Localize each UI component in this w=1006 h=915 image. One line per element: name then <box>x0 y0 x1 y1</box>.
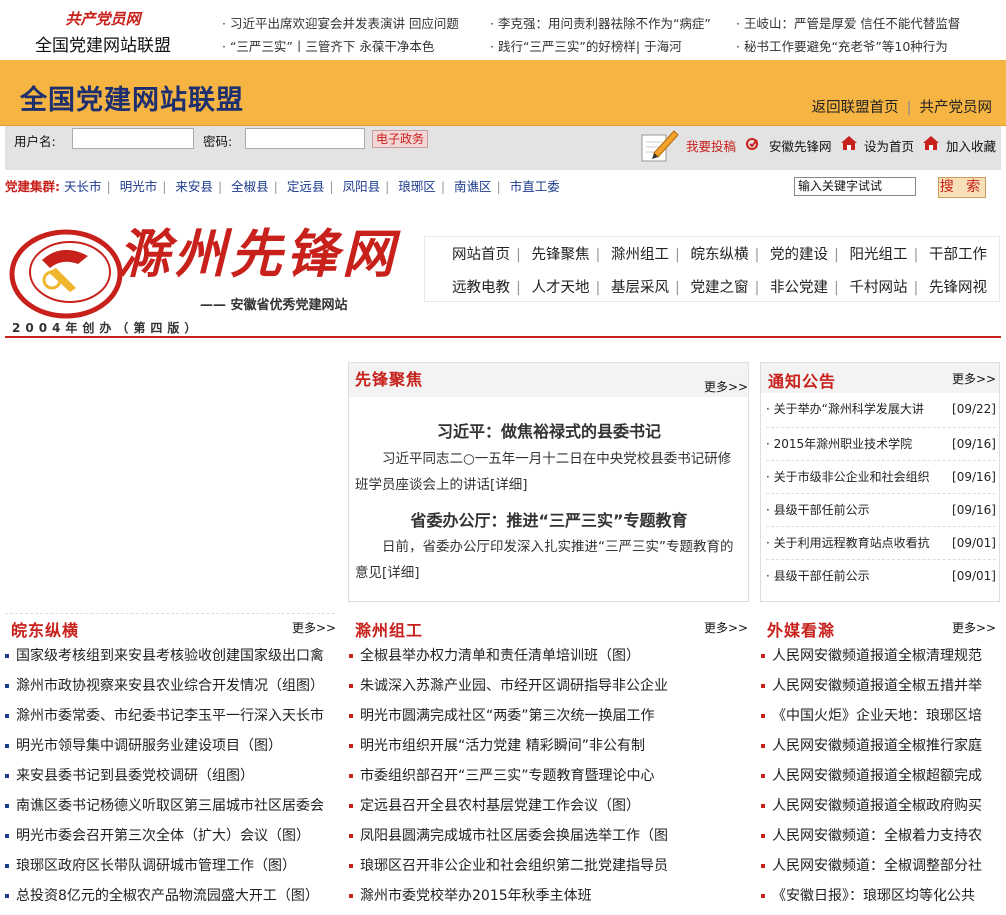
wandong-title: 皖东纵横 <box>11 621 80 640</box>
notice-item[interactable]: · 关于市级非公企业和社会组织 [09/16] <box>766 461 996 494</box>
focus-headline[interactable]: 习近平：做焦裕禄式的县委书记 <box>349 418 749 442</box>
district-bar: 党建集群: 天长市 | 明光市 | 来安县 | 全椒县 | 定远县 | 凤阳县 | 琅琊区 |… <box>5 179 560 194</box>
list-item[interactable]: 人民网安徽频道报道全椒清理规范 <box>761 641 1001 671</box>
district-link[interactable]: 全椒县 <box>231 179 269 194</box>
notice-item[interactable]: · 2015年滁州职业技术学院 [09/16] <box>766 428 996 461</box>
list-item[interactable]: 人民网安徽频道报道全椒政府购买 <box>761 791 1001 821</box>
nav-box <box>424 236 1000 302</box>
zugong-title: 滁州组工 <box>355 621 424 640</box>
banner-links: 返回联盟首页 | 共产党员网 <box>811 100 993 116</box>
notice-item[interactable]: · 县级干部任前公示 [09/16] <box>766 494 996 527</box>
notice-item[interactable]: · 关于利用远程教育站点收看抗 [09/01] <box>766 527 996 560</box>
notepad-pencil-icon <box>640 127 680 163</box>
list-item[interactable]: 凤阳县圆满完成城市社区居委会换届选举工作（图 <box>349 821 749 851</box>
district-link[interactable]: 来安县 <box>175 179 213 194</box>
list-item[interactable]: 总投资8亿元的全椒农产品物流园盛大开工（图） <box>5 881 337 911</box>
list-item[interactable]: 朱诚深入苏滁产业园、市经开区调研指导非公企业 <box>349 671 749 701</box>
zugong-more-link[interactable]: 更多>> <box>704 619 748 636</box>
top-news-item[interactable]: · 李克强：用问责利器祛除不作为“病症” <box>490 13 711 32</box>
set-homepage-link[interactable]: 设为首页 <box>864 136 914 155</box>
list-item[interactable]: 全椒县举办权力清单和责任清单培训班（图） <box>349 641 749 671</box>
submit-article-link[interactable]: 我要投稿 <box>686 136 736 155</box>
list-item[interactable]: 明光市组织开展“活力党建 精彩瞬间”非公有制 <box>349 731 749 761</box>
password-input[interactable] <box>245 128 365 149</box>
top-news-item[interactable]: · 秘书工作要避免“充老爷”等10种行为 <box>736 36 948 55</box>
list-item[interactable]: 明光市委会召开第三次全体（扩大）会议（图） <box>5 821 337 851</box>
notice-list: · 关于举办“滁州科学发展大讲 [09/22] · 2015年滁州职业技术学院 [0… <box>766 395 996 593</box>
notice-item[interactable]: · 县级干部任前公示 [09/01] <box>766 560 996 593</box>
district-link[interactable]: 明光市 <box>120 179 158 194</box>
list-item[interactable]: 人民网安徽频道报道全椒五措并举 <box>761 671 1001 701</box>
search-input[interactable]: 输入关键字试试 <box>794 177 916 196</box>
list-item[interactable]: 人民网安徽频道报道全椒推行家庭 <box>761 731 1001 761</box>
list-item[interactable]: 《安徽日报》：琅琊区均等化公共 <box>761 881 1001 911</box>
username-label: 用户名: <box>14 134 56 149</box>
list-item[interactable]: 明光市领导集中调研服务业建设项目（图） <box>5 731 337 761</box>
top-news-item[interactable]: · 习近平出席欢迎宴会并发表演讲 回应问题 <box>222 13 459 32</box>
list-item[interactable]: 滁州市委党校举办2015年秋季主体班 <box>349 881 749 911</box>
anhui-logo-icon <box>744 135 760 151</box>
wandong-divider <box>5 613 335 614</box>
list-item[interactable]: 来安县委书记到县委党校调研（组图） <box>5 761 337 791</box>
site-logo-name: 滁州先锋网 <box>118 224 399 285</box>
notice-title: 通知公告 <box>768 372 837 391</box>
list-item[interactable]: 明光市圆满完成社区“两委”第三次统一换届工作 <box>349 701 749 731</box>
header-divider <box>5 336 1001 338</box>
district-link[interactable]: 天长市 <box>64 179 102 194</box>
district-heading: 党建集群: <box>5 179 60 194</box>
focus-more-link[interactable]: 更多>> <box>704 378 748 395</box>
site-logo-subtitle: —— 安徽省优秀党建网站 <box>200 298 348 313</box>
list-item[interactable]: 琅琊区召开非公企业和社会组织第二批党建指导员 <box>349 851 749 881</box>
notice-more-link[interactable]: 更多>> <box>952 370 996 387</box>
focus-summary[interactable]: 习近平同志二○一五年一月十二日在中央党校县委书记研修班学员座谈会上的讲话[详细] <box>355 446 735 498</box>
home-icon <box>840 134 858 152</box>
wandong-more-link[interactable]: 更多>> <box>292 619 336 636</box>
list-item[interactable]: 定远县召开全县农村基层党建工作会议（图） <box>349 791 749 821</box>
media-more-link[interactable]: 更多>> <box>952 619 996 636</box>
favorite-icon <box>922 134 940 152</box>
district-link[interactable]: 定远县 <box>287 179 325 194</box>
district-link[interactable]: 南谯区 <box>454 179 492 194</box>
list-item[interactable]: 市委组织部召开“三严三实”专题教育暨理论中心 <box>349 761 749 791</box>
list-item[interactable]: 南谯区委书记杨德义听取区第三届城市社区居委会 <box>5 791 337 821</box>
banner-title: 全国党建网站联盟 <box>20 85 244 116</box>
username-input[interactable] <box>72 128 194 149</box>
list-item[interactable]: 人民网安徽频道报道全椒超额完成 <box>761 761 1001 791</box>
search-button[interactable]: 搜 索 <box>938 177 986 198</box>
list-item[interactable]: 人民网安徽频道：全椒调整部分社 <box>761 851 1001 881</box>
back-to-alliance-link[interactable]: 返回联盟首页 <box>812 100 899 116</box>
district-link[interactable]: 琅琊区 <box>398 179 436 194</box>
notice-item[interactable]: · 关于举办“滁州科学发展大讲 [09/22] <box>766 395 996 428</box>
district-link[interactable]: 凤阳县 <box>343 179 381 194</box>
anhui-pioneer-link[interactable]: 安徽先锋网 <box>769 136 832 155</box>
focus-title: 先锋聚焦 <box>355 370 424 389</box>
focus-headline[interactable]: 省委办公厅：推进“三严三实”专题教育 <box>349 507 749 531</box>
focus-summary[interactable]: 日前，省委办公厅印发深入扎实推进“三严三实”专题教育的意见[详细] <box>355 534 735 586</box>
district-link[interactable]: 市直工委 <box>510 179 560 194</box>
founded-note: 2004年创办（第四版） <box>12 321 202 335</box>
top-news-item[interactable]: · 王岐山：严管是厚爱 信任不能代替监督 <box>736 13 960 32</box>
list-item[interactable]: 琅琊区政府区长带队调研城市管理工作（图） <box>5 851 337 881</box>
top-logo-brand: 共产党员网 <box>65 10 141 28</box>
egov-button[interactable]: 电子政务 <box>372 130 428 148</box>
top-logo[interactable]: 共产党员网 全国党建网站联盟 <box>18 8 188 56</box>
media-title: 外媒看滁 <box>767 621 836 640</box>
wandong-list: 国家级考核组到来安县考核验收创建国家级出口禽 滁州市政协视察来安县农业综合开发情… <box>5 641 337 911</box>
list-item[interactable]: 滁州市政协视察来安县农业综合开发情况（组图） <box>5 671 337 701</box>
zugong-list: 全椒县举办权力清单和责任清单培训班（图） 朱诚深入苏滁产业园、市经开区调研指导非… <box>349 641 749 911</box>
top-news-item[interactable]: · 践行“三严三实”的好榜样| 于海河 <box>490 36 682 55</box>
add-favorite-link[interactable]: 加入收藏 <box>946 136 996 155</box>
party-member-net-link[interactable]: 共产党员网 <box>920 100 993 116</box>
list-item[interactable]: 人民网安徽频道：全椒着力支持农 <box>761 821 1001 851</box>
top-news-item[interactable]: · “三严三实”丨三管齐下 永葆干净本色 <box>222 36 434 55</box>
list-item[interactable]: 《中国火炬》企业天地：琅琊区培 <box>761 701 1001 731</box>
media-list: 人民网安徽频道报道全椒清理规范 人民网安徽频道报道全椒五措并举 《中国火炬》企业… <box>761 641 1001 911</box>
list-item[interactable]: 国家级考核组到来安县考核验收创建国家级出口禽 <box>5 641 337 671</box>
top-logo-title: 全国党建网站联盟 <box>35 36 171 56</box>
list-item[interactable]: 滁州市委常委、市纪委书记李玉平一行深入天长市 <box>5 701 337 731</box>
password-label: 密码: <box>203 134 233 149</box>
